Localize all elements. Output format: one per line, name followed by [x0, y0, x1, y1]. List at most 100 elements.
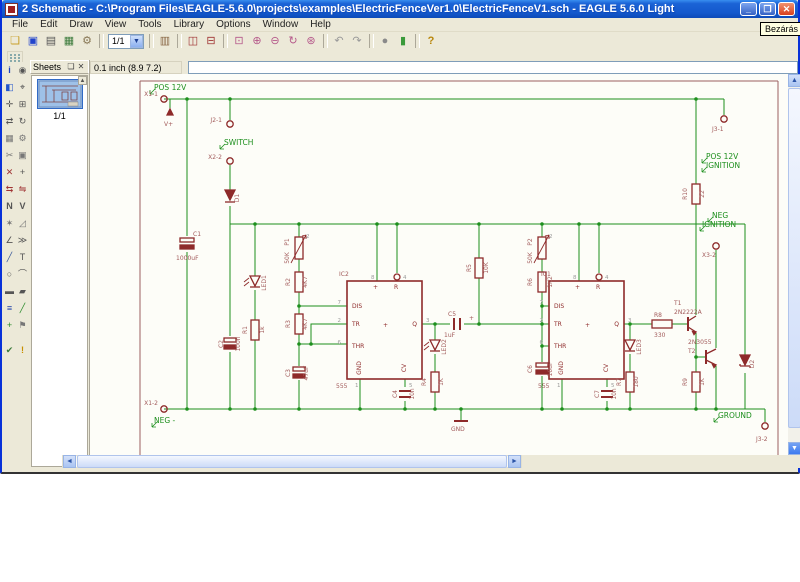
title-bar[interactable]: 2 Schematic - C:\Program Files\EAGLE-5.6… — [2, 0, 798, 18]
stop-icon[interactable]: ● — [376, 33, 394, 49]
go-icon[interactable]: ▮ — [394, 33, 412, 49]
replace-tool-button[interactable]: ⇋ — [16, 181, 29, 198]
redo-icon[interactable]: ↷ — [348, 33, 366, 49]
eagle-window: 2 Schematic - C:\Program Files\EAGLE-5.6… — [0, 0, 800, 474]
add-tool-button[interactable]: + — [16, 164, 29, 181]
zoom-select-icon[interactable]: ⊛ — [302, 33, 320, 49]
undo-icon[interactable]: ↶ — [330, 33, 348, 49]
svg-text:2: 2 — [540, 318, 544, 324]
open-icon[interactable]: ❏ — [6, 33, 24, 49]
menu-file[interactable]: File — [6, 18, 34, 31]
vertical-scrollbar[interactable]: ▲ ▼ — [788, 74, 800, 455]
toolbar-separator — [177, 34, 182, 48]
sheet-selector[interactable]: 1/1 ▼ — [108, 33, 144, 49]
zoom-redraw-icon[interactable]: ↻ — [284, 33, 302, 49]
sheets-panel: Sheets ❏ ✕ 1/1 ▲ ▼ — [30, 60, 90, 468]
zoom-in-icon[interactable]: ⊕ — [248, 33, 266, 49]
cut-tool-button[interactable]: ✂ — [3, 147, 16, 164]
menu-window[interactable]: Window — [257, 18, 305, 31]
maximize-button[interactable]: ❐ — [759, 2, 776, 16]
sheets-close-icon[interactable]: ✕ — [76, 62, 86, 72]
horizontal-scrollbar[interactable]: ◄ ► — [62, 455, 522, 468]
cam-icon[interactable]: ⚙ — [78, 33, 96, 49]
split-tool-button[interactable]: ∠ — [3, 232, 16, 249]
mirror-tool-button[interactable]: ⇄ — [3, 113, 16, 130]
change-tool-button[interactable]: ⚙ — [16, 130, 29, 147]
menu-options[interactable]: Options — [210, 18, 256, 31]
errors-tool-button[interactable]: ! — [16, 342, 29, 359]
net-junctions — [185, 97, 718, 411]
rect-tool-button[interactable]: ▬ — [3, 283, 16, 300]
label-gnd: GND — [451, 426, 465, 433]
net-tool-button[interactable]: ╱ — [16, 300, 29, 317]
print-icon[interactable]: ▤ — [42, 33, 60, 49]
svg-text:2: 2 — [306, 234, 310, 240]
svg-text:4: 4 — [605, 275, 609, 281]
value-tool-button[interactable]: V — [16, 198, 29, 215]
scroll-left-icon[interactable]: ◄ — [63, 455, 76, 468]
status-strip — [2, 468, 798, 471]
conn-x1-2: X1-2 — [144, 400, 158, 407]
use-icon[interactable]: ▥ — [156, 33, 174, 49]
part-c1-value: 1000uF — [176, 255, 199, 262]
save-icon[interactable]: ▣ — [24, 33, 42, 49]
scroll-up-icon[interactable]: ▲ — [788, 74, 800, 87]
erc-tool-button[interactable]: ✔ — [3, 342, 16, 359]
smash-tool-button[interactable]: ✶ — [3, 215, 16, 232]
horizontal-scroll-thumb[interactable] — [77, 455, 507, 468]
pin-icon[interactable]: ❏ — [66, 62, 76, 72]
circle-tool-button[interactable]: ○ — [3, 266, 16, 283]
part-r9-name: R9 — [682, 378, 689, 386]
menu-tools[interactable]: Tools — [132, 18, 167, 31]
arc-tool-button[interactable]: ⌒ — [16, 266, 29, 283]
board-icon[interactable]: ▦ — [60, 33, 78, 49]
part-r10-name: R10 — [682, 188, 689, 200]
cap-c1 — [179, 237, 195, 250]
part-icon[interactable]: ⊟ — [202, 33, 220, 49]
menu-help[interactable]: Help — [304, 18, 337, 31]
ic2-pin-vcc: + — [373, 284, 378, 291]
paste-tool-button[interactable]: ▣ — [16, 147, 29, 164]
invoke-tool-button[interactable]: ≫ — [16, 232, 29, 249]
junction-tool-button[interactable]: + — [3, 317, 16, 334]
frame-icon[interactable]: ◫ — [184, 33, 202, 49]
vertical-scroll-thumb[interactable] — [788, 88, 800, 428]
minimize-button[interactable]: _ — [740, 2, 757, 16]
mark-tool-button[interactable]: ⌖ — [16, 79, 29, 96]
text-tool-button[interactable]: T — [16, 249, 29, 266]
bus-tool-button[interactable]: ≡ — [3, 300, 16, 317]
chevron-down-icon[interactable]: ▼ — [130, 34, 143, 48]
name-tool-button[interactable]: N — [3, 198, 16, 215]
wire-tool-button[interactable]: ╱ — [3, 249, 16, 266]
delete-tool-button[interactable]: ✕ — [3, 164, 16, 181]
close-button[interactable]: ✕ — [778, 2, 795, 16]
schematic-canvas[interactable]: POS 12V SWITCH NEG - POS 12V IGNITION NE… — [90, 74, 788, 455]
help-icon[interactable]: ? — [422, 33, 440, 49]
label-tool-button[interactable]: ⚑ — [16, 317, 29, 334]
info-tool-button[interactable]: i — [3, 62, 16, 79]
show-tool-button[interactable]: ◉ — [16, 62, 29, 79]
rotate-tool-button[interactable]: ↻ — [16, 113, 29, 130]
copy-tool-button[interactable]: ⊞ — [16, 96, 29, 113]
command-input[interactable] — [188, 60, 798, 74]
move-tool-button[interactable]: ✛ — [3, 96, 16, 113]
ic2-pin-cv: CV — [401, 363, 408, 372]
display-tool-button[interactable]: ◧ — [3, 79, 16, 96]
sheet-thumbnail[interactable] — [36, 79, 83, 109]
scroll-down-icon[interactable]: ▼ — [788, 442, 800, 455]
menu-draw[interactable]: Draw — [63, 18, 98, 31]
part-ic1-name: IC1 — [541, 271, 551, 278]
pad-x3-2 — [712, 242, 720, 250]
polygon-tool-button[interactable]: ▰ — [16, 283, 29, 300]
sheets-scroll-up-icon[interactable]: ▲ — [78, 76, 87, 85]
menu-edit[interactable]: Edit — [34, 18, 63, 31]
miter-tool-button[interactable]: ◿ — [16, 215, 29, 232]
menu-library[interactable]: Library — [168, 18, 211, 31]
group-tool-button[interactable]: ▦ — [3, 130, 16, 147]
menu-view[interactable]: View — [99, 18, 133, 31]
zoom-fit-icon[interactable]: ⊡ — [230, 33, 248, 49]
pinswap-tool-button[interactable]: ⇆ — [3, 181, 16, 198]
sheets-header: Sheets ❏ ✕ — [30, 60, 89, 74]
scroll-right-icon[interactable]: ► — [508, 455, 521, 468]
zoom-out-icon[interactable]: ⊖ — [266, 33, 284, 49]
